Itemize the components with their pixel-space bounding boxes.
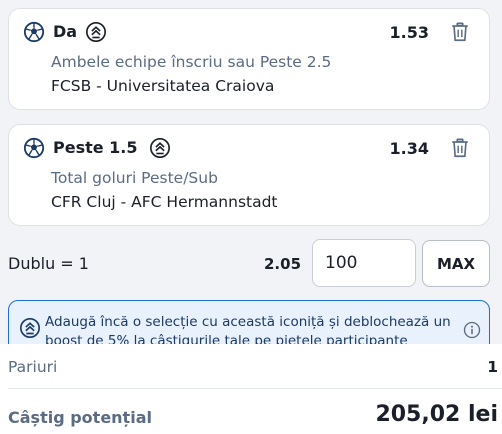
boost-icon bbox=[150, 138, 170, 158]
football-icon bbox=[23, 137, 45, 159]
max-button[interactable]: MAX bbox=[422, 240, 490, 287]
selection-name: Da bbox=[53, 22, 78, 41]
selection-header: Peste 1.5 1.34 bbox=[23, 137, 475, 161]
bets-count-label: Pariuri bbox=[8, 358, 58, 376]
selection-match: FCSB - Universitatea Craiova bbox=[51, 77, 275, 95]
selection-card: Da 1.53 Ambele echipe înscriu sau Peste … bbox=[8, 8, 490, 110]
selection-odd: 1.53 bbox=[389, 23, 429, 42]
selection-match: CFR Cluj - AFC Hermannstadt bbox=[51, 193, 278, 211]
selection-odd: 1.34 bbox=[389, 139, 429, 158]
trash-icon[interactable] bbox=[449, 21, 471, 43]
stake-input[interactable] bbox=[312, 239, 416, 287]
boost-icon bbox=[20, 318, 40, 338]
selection-header: Da 1.53 bbox=[23, 21, 475, 45]
bet-type-label: Dublu = 1 bbox=[8, 254, 89, 273]
boost-icon bbox=[86, 22, 106, 42]
selection-market: Ambele echipe înscriu sau Peste 2.5 bbox=[51, 53, 332, 71]
potential-win-value: 205,02 lei bbox=[375, 402, 498, 427]
total-odd: 2.05 bbox=[264, 255, 302, 273]
selection-name: Peste 1.5 bbox=[53, 138, 138, 157]
bets-count-value: 1 bbox=[487, 358, 498, 376]
trash-icon[interactable] bbox=[449, 137, 471, 159]
selection-card: Peste 1.5 1.34 Total goluri Peste/Sub CF… bbox=[8, 124, 490, 226]
potential-win-label: Câștig potențial bbox=[8, 408, 152, 427]
divider bbox=[8, 388, 502, 389]
bet-summary: Pariuri 1 Câștig potențial 205,02 lei bbox=[0, 344, 502, 434]
football-icon bbox=[23, 21, 45, 43]
selection-market: Total goluri Peste/Sub bbox=[51, 169, 218, 187]
info-icon[interactable] bbox=[463, 321, 481, 339]
